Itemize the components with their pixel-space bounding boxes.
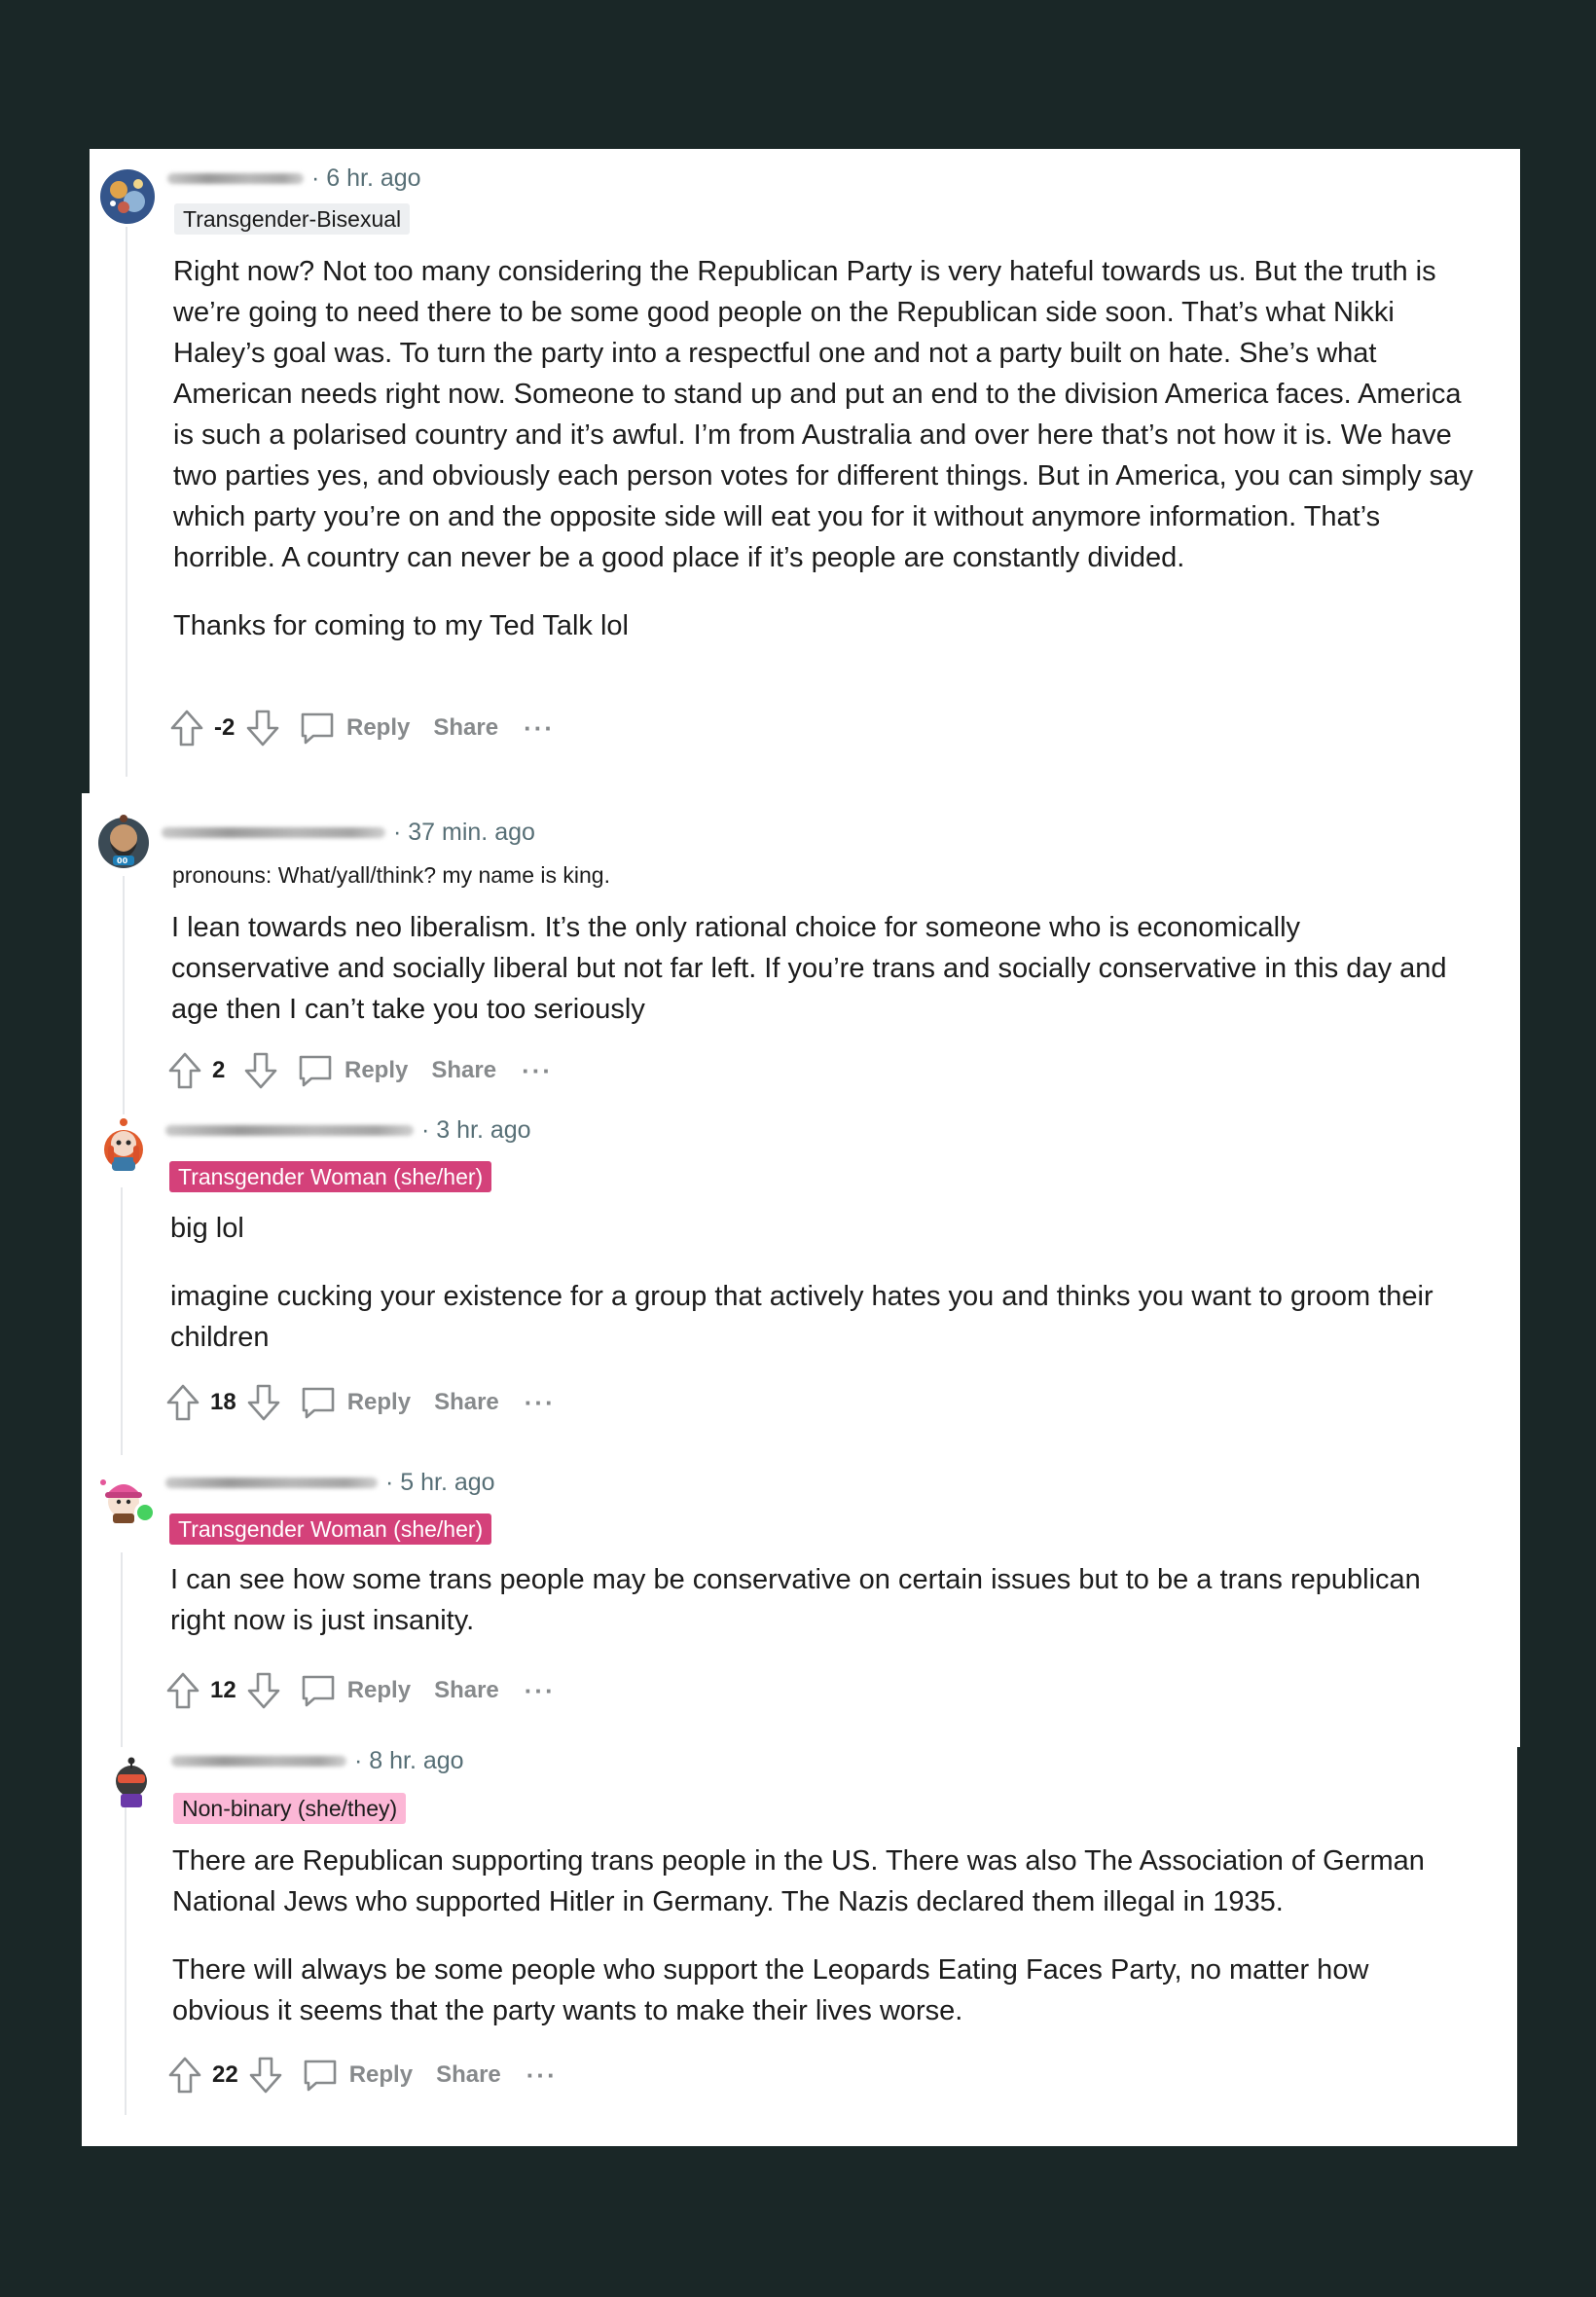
more-options-button[interactable]: ··· — [522, 1056, 553, 1086]
avatar[interactable]: 00 — [95, 813, 152, 869]
username-blurred[interactable] — [165, 1477, 378, 1488]
downvote-icon[interactable] — [243, 1051, 278, 1090]
comment-body: big lol imagine cucking your existence f… — [170, 1208, 1474, 1385]
comment-meta: · 5 hr. ago — [165, 1469, 495, 1497]
share-button[interactable]: Share — [433, 714, 498, 742]
downvote-icon[interactable] — [246, 1671, 281, 1710]
comment-actions: 18 Reply Share ··· — [165, 1383, 556, 1422]
comment-actions: -2 Reply Share ··· — [169, 709, 555, 747]
thread-line[interactable] — [121, 1552, 123, 1747]
comment: · 3 hr. ago Transgender Woman (she/her) … — [82, 1114, 1520, 1455]
comment-body: There are Republican supporting trans pe… — [172, 1841, 1467, 2059]
reply-icon[interactable] — [296, 1051, 335, 1090]
comment-card-3: · 3 hr. ago Transgender Woman (she/her) … — [82, 1114, 1520, 1455]
comment-meta: · 3 hr. ago — [165, 1116, 531, 1145]
thread-line[interactable] — [123, 876, 125, 1114]
comment-body: I lean towards neo liberalism. It’s the … — [171, 907, 1466, 1057]
reply-icon[interactable] — [298, 709, 337, 747]
comment-paragraph: Thanks for coming to my Ted Talk lol — [173, 610, 629, 641]
comment-actions: 22 Reply Share ··· — [167, 2056, 558, 2095]
comment-paragraph: I lean towards neo liberalism. It’s the … — [171, 912, 1447, 1025]
share-button[interactable]: Share — [434, 1389, 499, 1416]
redhead-snoo-avatar-icon — [104, 1118, 143, 1171]
comment: · 8 hr. ago Non-binary (she/they) There … — [82, 1747, 1517, 2146]
share-button[interactable]: Share — [436, 2061, 501, 2089]
user-flair: pronouns: What/yall/think? my name is ki… — [172, 862, 610, 888]
comment-meta: · 37 min. ago — [162, 819, 535, 847]
username-blurred[interactable] — [165, 1125, 414, 1136]
comment: · 6 hr. ago Transgender-Bisexual Right n… — [90, 149, 1520, 793]
downvote-icon[interactable] — [246, 1383, 281, 1422]
upvote-icon[interactable] — [167, 1051, 202, 1090]
comment-actions: 12 Reply Share ··· — [165, 1671, 556, 1710]
user-flair: Transgender Woman (she/her) — [169, 1513, 492, 1545]
username-blurred[interactable] — [162, 827, 385, 838]
downvote-icon[interactable] — [245, 709, 280, 747]
reply-icon[interactable] — [301, 2056, 340, 2095]
comment-paragraph: I can see how some trans people may be c… — [170, 1564, 1421, 1636]
timestamp: · 3 hr. ago — [421, 1116, 531, 1144]
comment: · 5 hr. ago Transgender Woman (she/her) … — [82, 1455, 1520, 1747]
user-flair: Transgender Woman (she/her) — [169, 1161, 492, 1192]
timestamp: · 37 min. ago — [393, 819, 535, 846]
downvote-icon[interactable] — [248, 2056, 283, 2095]
comment-paragraph: imagine cucking your existence for a gro… — [170, 1281, 1433, 1353]
comment-card-1: · 6 hr. ago Transgender-Bisexual Right n… — [90, 149, 1520, 793]
comment-paragraph: big lol — [170, 1213, 244, 1244]
more-options-button[interactable]: ··· — [525, 1388, 556, 1418]
comment-card-4: · 5 hr. ago Transgender Woman (she/her) … — [82, 1455, 1520, 1747]
reply-icon[interactable] — [299, 1383, 338, 1422]
vote-score: 12 — [210, 1677, 236, 1703]
comment-body: Right now? Not too many considering the … — [173, 251, 1477, 674]
reply-icon[interactable] — [299, 1671, 338, 1710]
upvote-icon[interactable] — [165, 1671, 200, 1710]
avatar[interactable] — [103, 1755, 160, 1811]
comment-card-2: 00 · 37 min. ago pronouns: What/yall/thi… — [82, 793, 1520, 1114]
reply-button[interactable]: Reply — [345, 1057, 408, 1084]
online-status-indicator — [134, 1502, 156, 1523]
timestamp: · 8 hr. ago — [354, 1747, 464, 1774]
comment-meta: · 8 hr. ago — [171, 1747, 464, 1775]
username-blurred[interactable] — [171, 1756, 346, 1767]
comment-paragraph: Right now? Not too many considering the … — [173, 256, 1473, 573]
upvote-icon[interactable] — [167, 2056, 202, 2095]
reply-button[interactable]: Reply — [347, 1677, 411, 1704]
timestamp: · 5 hr. ago — [385, 1469, 495, 1496]
reply-button[interactable]: Reply — [346, 714, 410, 742]
vote-score: 2 — [212, 1057, 226, 1083]
more-options-button[interactable]: ··· — [525, 1676, 556, 1706]
comment-body: I can see how some trans people may be c… — [170, 1559, 1474, 1668]
reply-button[interactable]: Reply — [347, 1389, 411, 1416]
comment-paragraph: There will always be some people who sup… — [172, 1954, 1369, 2026]
comment: 00 · 37 min. ago pronouns: What/yall/thi… — [82, 793, 1520, 1114]
share-button[interactable]: Share — [431, 1057, 496, 1084]
avatar[interactable] — [95, 1469, 156, 1525]
comment-meta: · 6 hr. ago — [167, 164, 421, 193]
user-flair: Transgender-Bisexual — [174, 203, 411, 235]
planet-avatar-icon — [100, 169, 155, 224]
comment-paragraph: There are Republican supporting trans pe… — [172, 1845, 1425, 1917]
upvote-icon[interactable] — [169, 709, 204, 747]
user-flair: Non-binary (she/they) — [173, 1793, 407, 1824]
vote-score: -2 — [214, 714, 236, 741]
avatar[interactable] — [99, 168, 156, 225]
vote-score: 18 — [210, 1389, 236, 1415]
upvote-icon[interactable] — [165, 1383, 200, 1422]
more-options-button[interactable]: ··· — [526, 2060, 558, 2091]
comment-actions: 2 Reply Share ··· — [167, 1051, 553, 1090]
dark-robot-snoo-avatar-icon — [116, 1757, 147, 1807]
more-options-button[interactable]: ··· — [524, 713, 555, 744]
svg-text:00: 00 — [117, 857, 128, 865]
bearded-snoo-avatar-icon: 00 — [98, 815, 149, 868]
comment-card-5: · 8 hr. ago Non-binary (she/they) There … — [82, 1747, 1517, 2146]
thread-line[interactable] — [126, 227, 127, 777]
avatar[interactable] — [95, 1116, 152, 1173]
username-blurred[interactable] — [167, 173, 304, 184]
reply-button[interactable]: Reply — [349, 2061, 413, 2089]
vote-score: 22 — [212, 2061, 238, 2088]
timestamp: · 6 hr. ago — [311, 164, 421, 192]
thread-line[interactable] — [125, 1805, 127, 2115]
share-button[interactable]: Share — [434, 1677, 499, 1704]
thread-line[interactable] — [121, 1187, 123, 1455]
